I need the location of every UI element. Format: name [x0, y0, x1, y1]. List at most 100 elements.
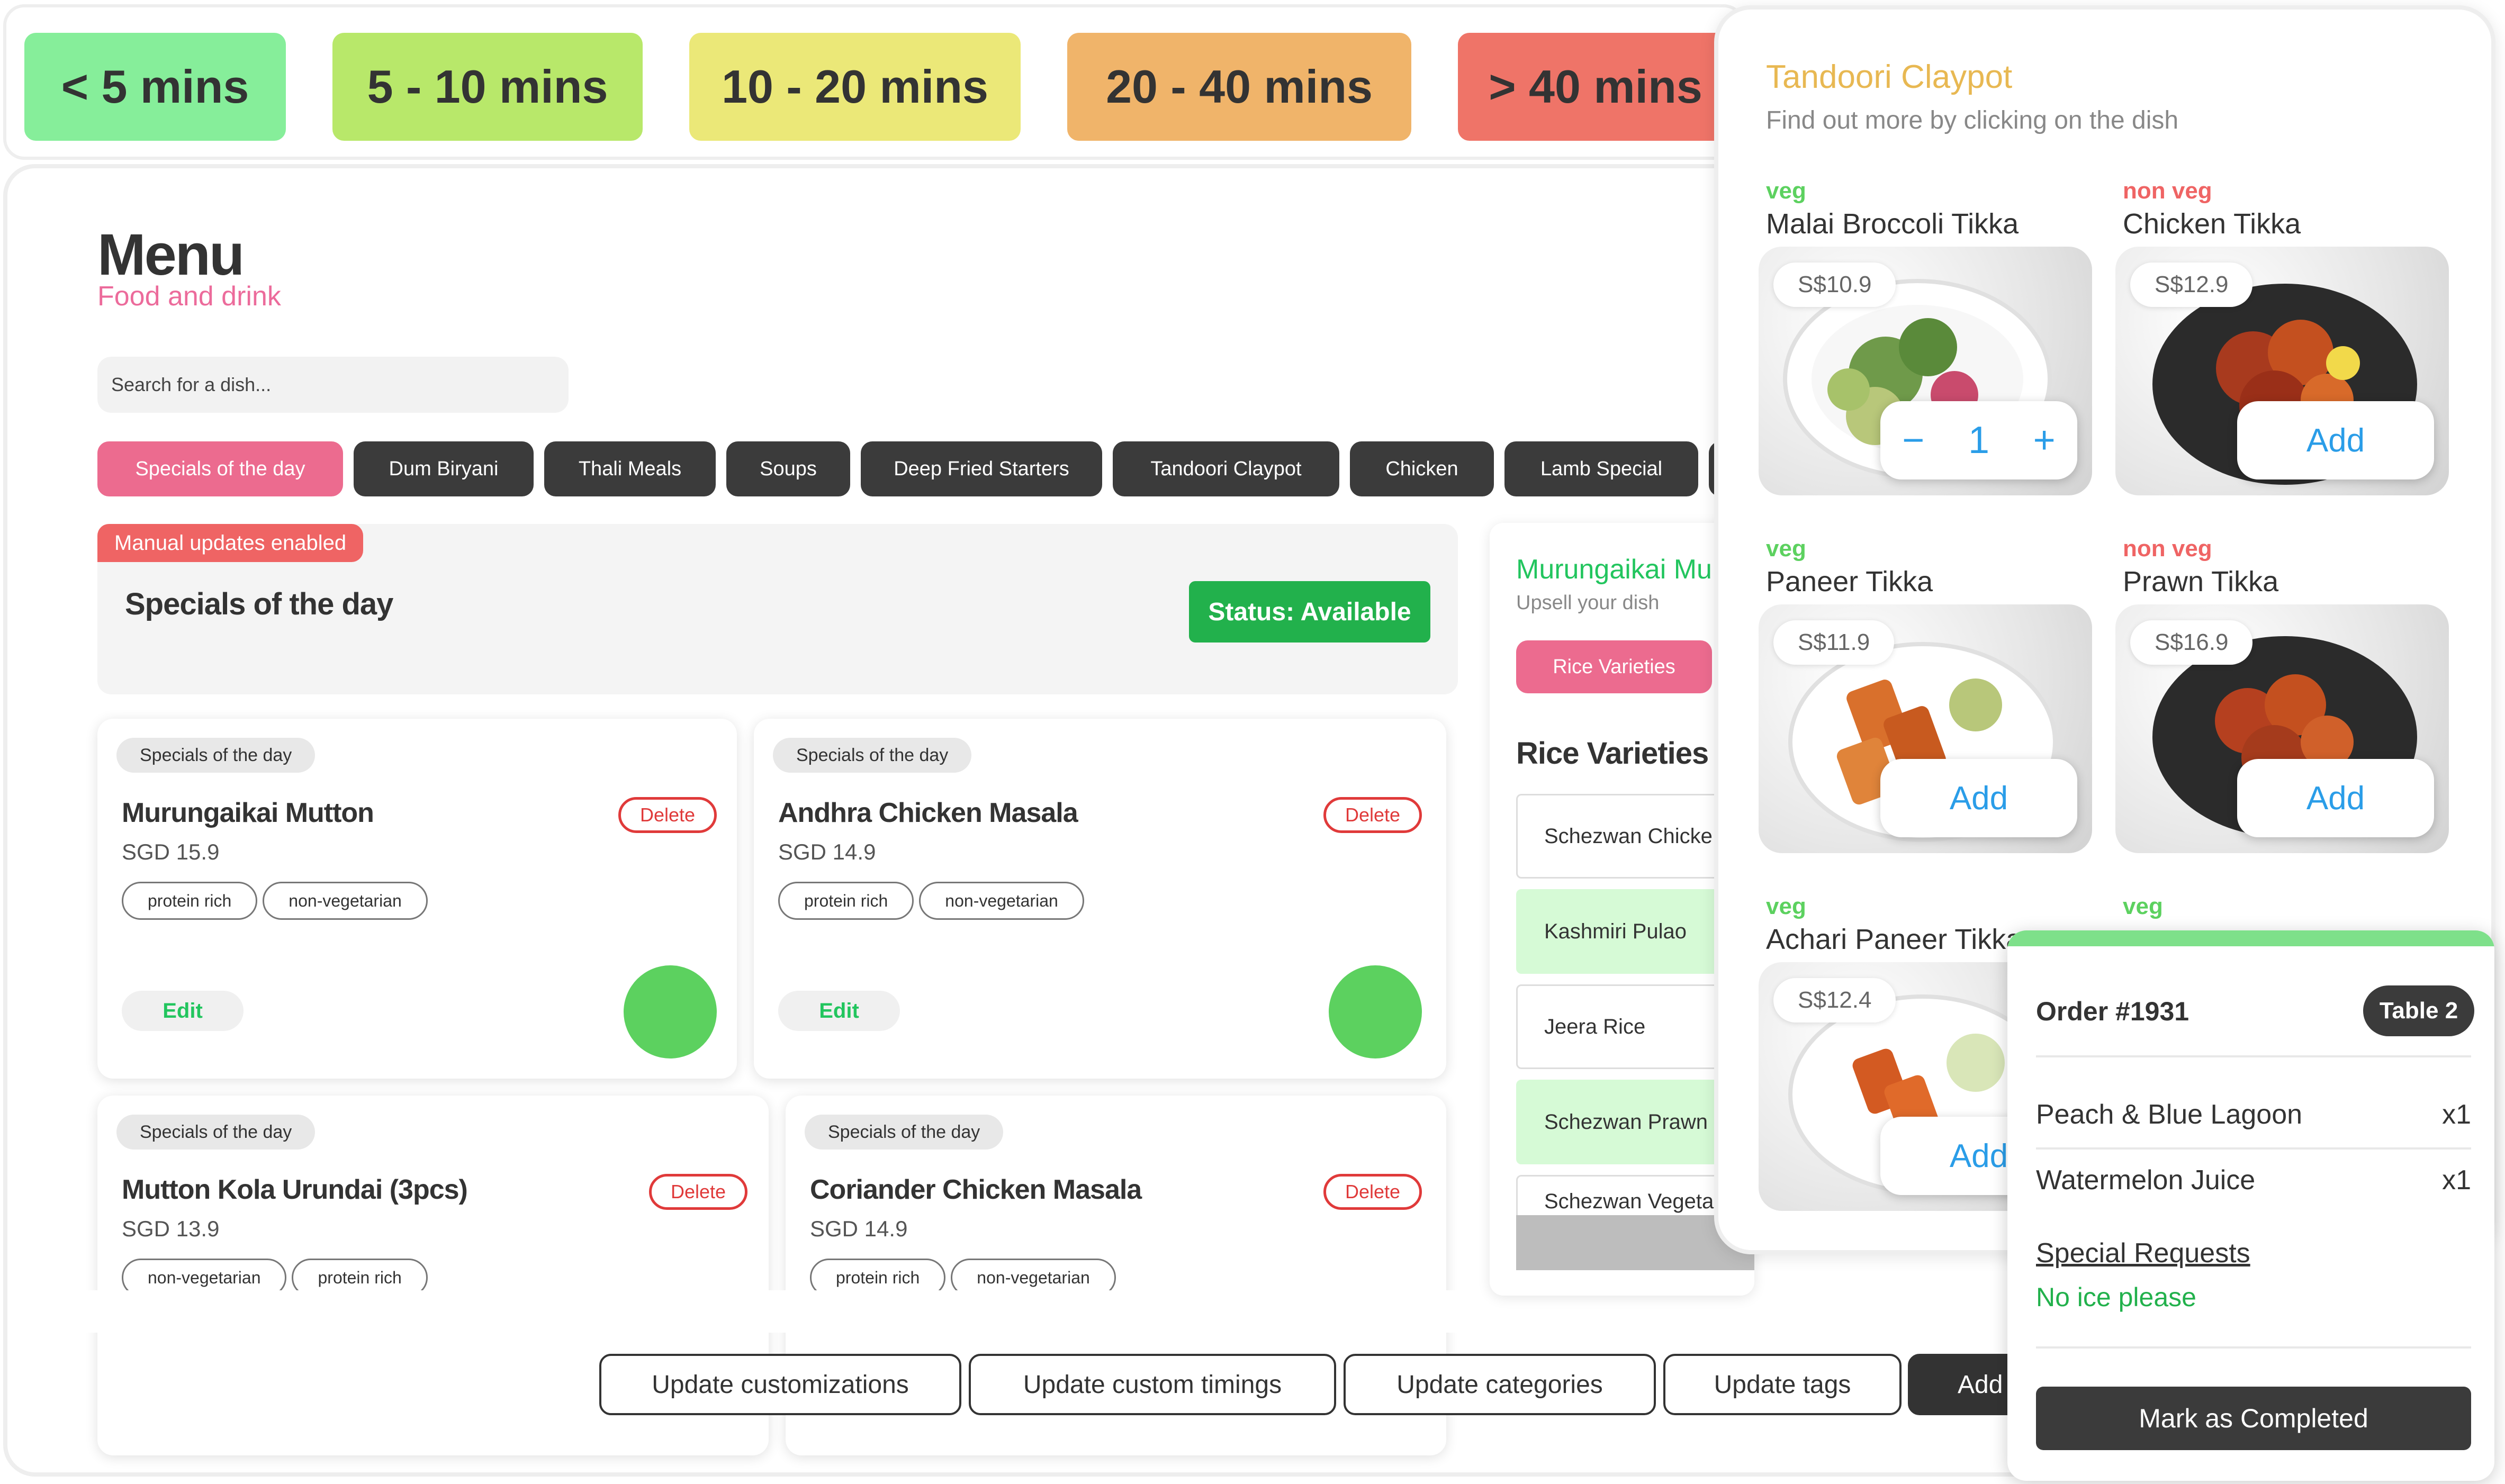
- special-requests-text: No ice please: [2036, 1282, 2196, 1312]
- upsell-dish-title: Murungaikai Mu: [1516, 554, 1712, 585]
- time-filter-5-10[interactable]: 5 - 10 mins: [332, 33, 643, 141]
- dish-tags: protein rich non-vegetarian: [122, 882, 428, 920]
- dish-price-chip: S$12.9: [2130, 263, 2253, 307]
- dish-photo[interactable]: S$16.9 Add: [2115, 604, 2449, 853]
- time-filter-10-20[interactable]: 10 - 20 mins: [689, 33, 1021, 141]
- tab-deep-fried-starters[interactable]: Deep Fried Starters: [861, 441, 1102, 496]
- list-fade: [7, 1290, 1484, 1333]
- add-to-order-button[interactable]: Add: [2237, 401, 2434, 479]
- upsell-subtitle: Upsell your dish: [1516, 592, 1660, 614]
- edit-dish-button[interactable]: Edit: [122, 991, 244, 1031]
- delete-dish-button[interactable]: Delete: [1323, 797, 1422, 833]
- dish-category-chip: Specials of the day: [773, 738, 972, 773]
- upsell-tab-rice-varieties[interactable]: Rice Varieties: [1516, 640, 1712, 693]
- preview-dish-name: Chicken Tikka: [2123, 208, 2301, 240]
- edit-dish-button[interactable]: Edit: [778, 991, 900, 1031]
- dish-card[interactable]: Specials of the day Murungaikai Mutton S…: [97, 719, 737, 1079]
- availability-toggle[interactable]: [624, 965, 717, 1058]
- dish-photo[interactable]: S$12.9 Add: [2115, 247, 2449, 495]
- divider: [2036, 1055, 2471, 1057]
- time-filter-over-40[interactable]: > 40 mins: [1458, 33, 1733, 141]
- diet-label: non veg: [2123, 178, 2212, 204]
- decrement-button[interactable]: −: [1902, 419, 1924, 462]
- preview-subtitle: Find out more by clicking on the dish: [1766, 106, 2179, 134]
- delete-dish-button[interactable]: Delete: [1323, 1174, 1422, 1210]
- delete-dish-button[interactable]: Delete: [618, 797, 717, 833]
- order-item-qty: x1: [2442, 1165, 2471, 1196]
- diet-label: non veg: [2123, 536, 2212, 562]
- special-requests-label: Special Requests: [2036, 1238, 2250, 1269]
- increment-button[interactable]: +: [2033, 419, 2056, 462]
- dish-price: SGD 14.9: [778, 839, 876, 864]
- order-line-item: Watermelon Juice x1: [2036, 1164, 2471, 1196]
- preview-dish-name: Prawn Tikka: [2123, 566, 2279, 598]
- order-status-strip: [2007, 930, 2494, 946]
- dish-price: SGD 14.9: [810, 1216, 908, 1241]
- dish-photo[interactable]: S$11.9 Add: [1759, 604, 2092, 853]
- dish-tag: non-vegetarian: [919, 882, 1084, 920]
- update-categories-button[interactable]: Update categories: [1344, 1354, 1656, 1415]
- dish-name: Mutton Kola Urundai (3pcs): [122, 1174, 468, 1205]
- add-to-order-button[interactable]: Add: [2237, 759, 2434, 837]
- category-title: Specials of the day: [125, 587, 393, 621]
- tab-thali-meals[interactable]: Thali Meals: [544, 441, 716, 496]
- order-line-item: Peach & Blue Lagoon x1: [2036, 1099, 2471, 1130]
- diet-label: veg: [2123, 893, 2163, 919]
- dish-category-chip: Specials of the day: [805, 1115, 1004, 1150]
- delete-dish-button[interactable]: Delete: [649, 1174, 747, 1210]
- dish-name: Andhra Chicken Masala: [778, 798, 1078, 828]
- tab-dum-biryani[interactable]: Dum Biryani: [354, 441, 534, 496]
- dish-photo[interactable]: S$10.9 − 1 +: [1759, 247, 2092, 495]
- tab-tandoori-claypot[interactable]: Tandoori Claypot: [1113, 441, 1339, 496]
- dish-tags: protein rich non-vegetarian: [778, 882, 1084, 920]
- preview-dish-name: Malai Broccoli Tikka: [1766, 208, 2019, 240]
- page-title: Menu: [97, 222, 245, 287]
- diet-label: veg: [1766, 178, 1806, 204]
- order-item-name: Watermelon Juice: [2036, 1165, 2256, 1196]
- update-customizations-button[interactable]: Update customizations: [599, 1354, 961, 1415]
- dish-price: SGD 15.9: [122, 839, 220, 864]
- dish-card[interactable]: Specials of the day Andhra Chicken Masal…: [754, 719, 1446, 1079]
- quantity-value: 1: [1968, 419, 1989, 462]
- update-tags-button[interactable]: Update tags: [1663, 1354, 1902, 1415]
- dish-price: SGD 13.9: [122, 1216, 220, 1241]
- mark-completed-button[interactable]: Mark as Completed: [2036, 1387, 2471, 1450]
- add-to-order-button[interactable]: Add: [1880, 759, 2077, 837]
- upsell-section-title: Rice Varieties: [1516, 736, 1709, 771]
- dish-category-chip: Specials of the day: [116, 738, 316, 773]
- order-item-name: Peach & Blue Lagoon: [2036, 1099, 2303, 1130]
- preview-category-title: Tandoori Claypot: [1766, 59, 2013, 95]
- divider: [2036, 1346, 2471, 1349]
- quantity-stepper[interactable]: − 1 +: [1880, 401, 2077, 479]
- order-ticket: Order #1931 Table 2 Peach & Blue Lagoon …: [2007, 930, 2494, 1481]
- category-status-button[interactable]: Status: Available: [1189, 581, 1430, 643]
- dish-tag: non-vegetarian: [263, 882, 428, 920]
- category-header-card: Manual updates enabled Specials of the d…: [97, 524, 1458, 694]
- time-filter-under-5[interactable]: < 5 mins: [24, 33, 286, 141]
- prep-time-filter-bar: < 5 mins 5 - 10 mins 10 - 20 mins 20 - 4…: [3, 4, 1745, 160]
- preview-dish-name: Paneer Tikka: [1766, 566, 1933, 598]
- dish-tag: protein rich: [122, 882, 258, 920]
- dish-tag: protein rich: [778, 882, 914, 920]
- dish-search-input[interactable]: [97, 357, 569, 413]
- dish-name: Coriander Chicken Masala: [810, 1174, 1142, 1205]
- dish-price-chip: S$10.9: [1773, 263, 1896, 307]
- order-number: Order #1931: [2036, 997, 2189, 1026]
- diet-label: veg: [1766, 893, 1806, 919]
- dish-price-chip: S$16.9: [2130, 620, 2253, 665]
- tab-specials-of-the-day[interactable]: Specials of the day: [97, 441, 343, 496]
- manual-updates-badge: Manual updates enabled: [97, 524, 364, 562]
- tab-soups[interactable]: Soups: [726, 441, 850, 496]
- update-custom-timings-button[interactable]: Update custom timings: [969, 1354, 1336, 1415]
- diet-label: veg: [1766, 536, 1806, 562]
- tab-chicken[interactable]: Chicken: [1350, 441, 1494, 496]
- time-filter-20-40[interactable]: 20 - 40 mins: [1067, 33, 1411, 141]
- dish-price-chip: S$11.9: [1773, 620, 1895, 665]
- dish-category-chip: Specials of the day: [116, 1115, 316, 1150]
- preview-dish-name: Achari Paneer Tikka: [1766, 924, 2022, 955]
- tab-lamb-special[interactable]: Lamb Special: [1504, 441, 1698, 496]
- order-item-qty: x1: [2442, 1099, 2471, 1130]
- category-tabs: Specials of the day Dum Biryani Thali Me…: [97, 441, 1791, 496]
- dish-name: Murungaikai Mutton: [122, 798, 374, 828]
- availability-toggle[interactable]: [1329, 965, 1422, 1058]
